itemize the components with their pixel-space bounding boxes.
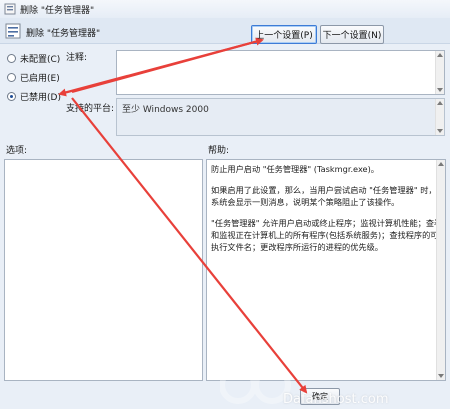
watermark-text: Dafanshost.com: [283, 392, 389, 407]
comment-textbox[interactable]: [116, 50, 445, 95]
scroll-up-icon[interactable]: [438, 162, 444, 166]
scroll-up-icon[interactable]: [437, 101, 443, 105]
comment-scrollbar[interactable]: [435, 51, 444, 94]
scroll-up-icon[interactable]: [437, 53, 443, 57]
radio-label: 未配置(C): [20, 55, 61, 65]
radio-enabled[interactable]: 已启用(E): [7, 71, 60, 84]
platform-value: 至少 Windows 2000: [122, 105, 209, 115]
window-title: 删除 "任务管理器": [20, 5, 95, 16]
help-paragraph: "任务管理器" 允许用户启动或终止程序；监视计算机性能；查看和监视正在计算机上的…: [211, 218, 443, 252]
platform-scrollbar[interactable]: [435, 99, 444, 135]
radio-button[interactable]: [7, 73, 16, 82]
scroll-down-icon[interactable]: [438, 374, 444, 378]
scroll-down-icon[interactable]: [437, 129, 443, 133]
policy-name: 删除 "任务管理器": [26, 29, 101, 39]
policy-editor-window: 删除 "任务管理器" 删除 "任务管理器" 上一个设置(P) 下一个设置(N) …: [0, 0, 450, 409]
help-text: 防止用户启动 "任务管理器" (Taskmgr.exe)。 如果启用了此设置，那…: [211, 163, 443, 262]
options-section-label: 选项:: [6, 146, 28, 156]
help-paragraph: 防止用户启动 "任务管理器" (Taskmgr.exe)。: [211, 164, 379, 174]
help-paragraph: 如果启用了此设置，那么，当用户尝试启动 "任务管理器" 时，系统会显示一则消息，…: [211, 185, 437, 207]
radio-label: 已启用(E): [20, 74, 60, 84]
radio-disabled[interactable]: 已禁用(D): [7, 90, 61, 103]
previous-setting-button[interactable]: 上一个设置(P): [251, 25, 317, 44]
radio-button-selected[interactable]: [7, 92, 16, 101]
next-setting-button[interactable]: 下一个设置(N): [320, 25, 384, 44]
radio-button[interactable]: [7, 54, 16, 63]
help-panel: 防止用户启动 "任务管理器" (Taskmgr.exe)。 如果启用了此设置，那…: [206, 159, 446, 381]
platform-label: 支持的平台:: [66, 104, 115, 114]
scroll-down-icon[interactable]: [437, 88, 443, 92]
help-section-label: 帮助:: [208, 146, 230, 156]
help-scrollbar[interactable]: [436, 160, 445, 380]
radio-not-configured[interactable]: 未配置(C): [7, 52, 60, 65]
comment-label: 注释:: [66, 53, 88, 63]
policy-icon: [4, 22, 22, 40]
platform-box: 至少 Windows 2000: [116, 98, 445, 136]
title-bar: 删除 "任务管理器": [0, 0, 450, 18]
radio-label: 已禁用(D): [20, 93, 61, 103]
policy-setting-icon: [4, 3, 16, 15]
options-panel: [4, 159, 203, 381]
